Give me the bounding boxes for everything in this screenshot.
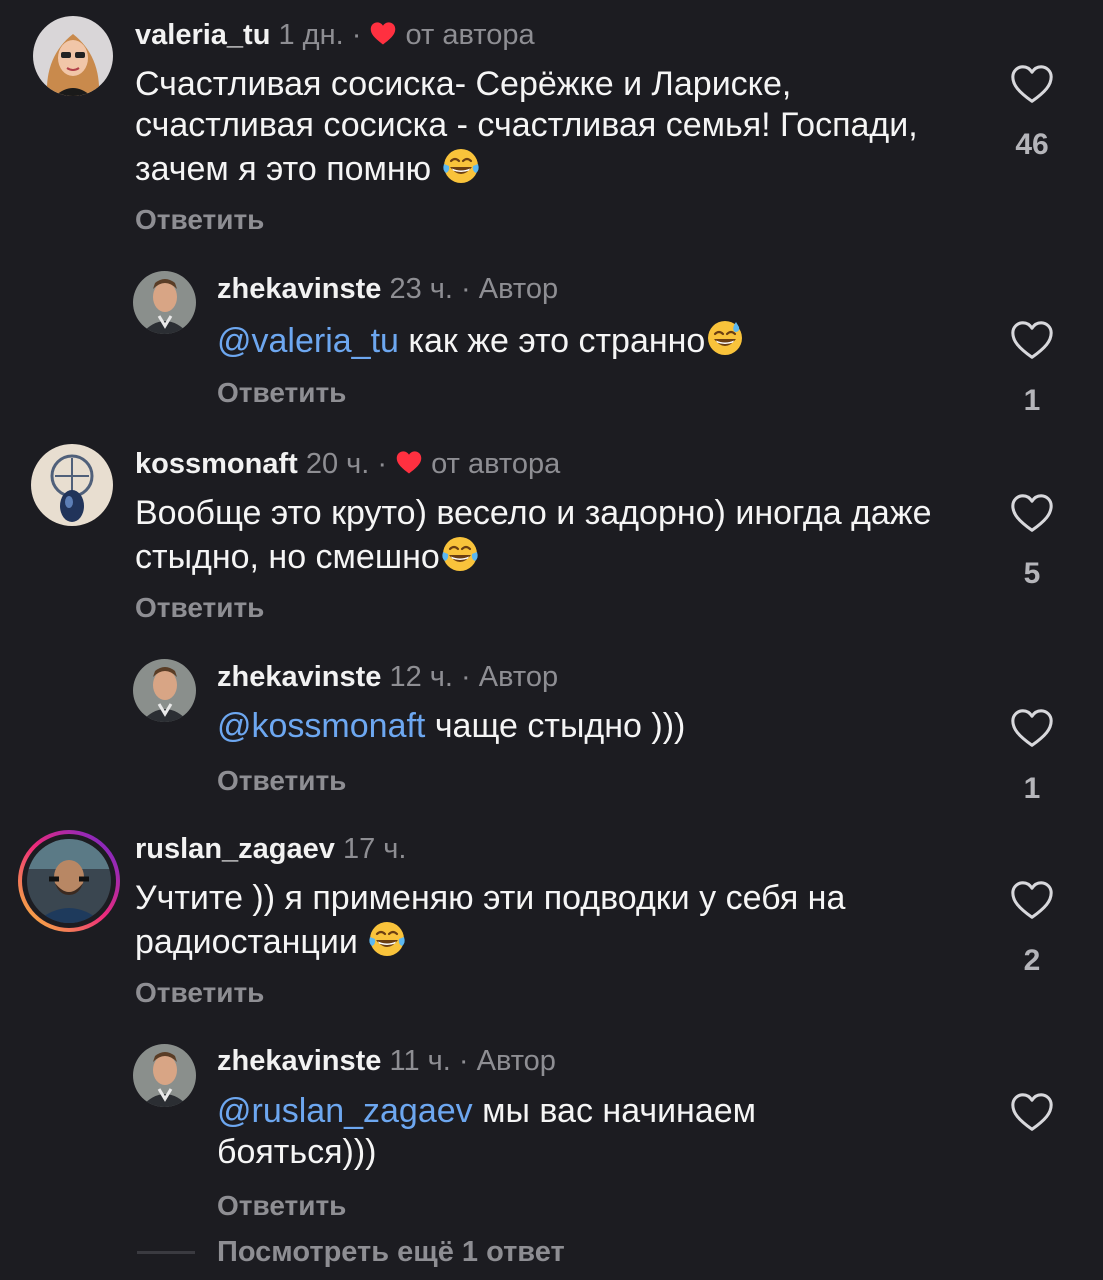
avatar-story-ring[interactable] xyxy=(18,830,120,932)
separator: · xyxy=(351,19,362,51)
comment-text: Вообще это круто) весело и задорно) иног… xyxy=(135,493,965,578)
heart-outline-icon xyxy=(1009,706,1055,752)
avatar[interactable] xyxy=(133,1044,196,1107)
timestamp: 12 ч. xyxy=(389,661,453,693)
author-badge: Автор xyxy=(478,273,559,305)
like-count: 2 xyxy=(1023,944,1041,977)
like-button[interactable]: 1 xyxy=(1002,318,1062,418)
comment-body: Учтите )) я применяю эти подводки у себя… xyxy=(135,879,846,961)
comment-body: как же это странно xyxy=(398,322,706,360)
like-button[interactable] xyxy=(1002,1090,1062,1136)
avatar[interactable] xyxy=(133,659,196,722)
comment-text: @valeria_tu как же это странно xyxy=(217,318,977,362)
heart-filled-icon xyxy=(395,449,423,477)
joy-emoji-icon xyxy=(441,146,481,186)
like-button[interactable]: 2 xyxy=(1002,878,1062,978)
comment-header: zhekavinste 11 ч. · Автор xyxy=(217,1043,556,1079)
comment-header: zhekavinste 23 ч. · Автор xyxy=(217,271,558,307)
timestamp: 17 ч. xyxy=(342,833,407,865)
username[interactable]: zhekavinste xyxy=(217,1045,381,1077)
sweat-smile-emoji-icon xyxy=(705,318,745,358)
mention-link[interactable]: @ruslan_zagaev xyxy=(217,1092,473,1130)
like-button[interactable]: 5 xyxy=(1002,491,1062,591)
like-count: 1 xyxy=(1023,772,1041,805)
comment-header: valeria_tu 1 дн. · от автора xyxy=(135,17,535,53)
author-liked-badge: от автора xyxy=(431,448,561,480)
like-button[interactable]: 46 xyxy=(1002,62,1062,162)
divider xyxy=(137,1251,195,1254)
timestamp: 23 ч. xyxy=(389,273,453,305)
heart-outline-icon xyxy=(1009,491,1055,537)
reply-button[interactable]: Ответить xyxy=(217,376,346,410)
comment-text: @kossmonaft чаще стыдно ))) xyxy=(217,706,977,747)
username[interactable]: zhekavinste xyxy=(217,273,381,305)
like-button[interactable]: 1 xyxy=(1002,706,1062,806)
avatar[interactable] xyxy=(33,16,113,96)
heart-outline-icon xyxy=(1009,318,1055,364)
heart-filled-icon xyxy=(369,20,397,48)
comment-header: kossmonaft 20 ч. · от автора xyxy=(135,446,560,482)
avatar[interactable] xyxy=(31,444,113,526)
author-badge: Автор xyxy=(478,661,559,693)
heart-outline-icon xyxy=(1009,1090,1055,1136)
joy-emoji-icon xyxy=(367,919,407,959)
timestamp: 1 дн. xyxy=(278,19,344,51)
like-count: 5 xyxy=(1023,557,1041,590)
comment-header: zhekavinste 12 ч. · Автор xyxy=(217,659,558,695)
heart-outline-icon xyxy=(1009,878,1055,924)
joy-emoji-icon xyxy=(440,534,480,574)
mention-link[interactable]: @valeria_tu xyxy=(217,322,399,360)
comment-body: чаще стыдно ))) xyxy=(425,707,686,745)
comment-body: Счастливая сосиска- Серёжке и Лариске, с… xyxy=(135,65,918,188)
reply-button[interactable]: Ответить xyxy=(135,203,264,237)
view-more-replies-label: Посмотреть ещё 1 ответ xyxy=(217,1236,565,1268)
username[interactable]: ruslan_zagaev xyxy=(135,833,335,865)
separator: · xyxy=(458,1045,469,1077)
comments-list: valeria_tu 1 дн. · от автора Счастливая … xyxy=(0,0,1103,1280)
separator: · xyxy=(461,661,471,693)
comment-text: @ruslan_zagaev мы вас начинаем бояться))… xyxy=(217,1091,857,1173)
comment-text: Счастливая сосиска- Серёжке и Лариске, с… xyxy=(135,64,965,190)
comment-body: Вообще это круто) весело и задорно) иног… xyxy=(135,494,932,576)
author-liked-badge: от автора xyxy=(405,19,535,51)
separator: · xyxy=(461,273,471,305)
username[interactable]: kossmonaft xyxy=(135,448,298,480)
comment-header: ruslan_zagaev 17 ч. xyxy=(135,831,406,867)
view-more-replies-button[interactable]: Посмотреть ещё 1 ответ xyxy=(137,1236,565,1269)
username[interactable]: zhekavinste xyxy=(217,661,381,693)
like-count: 1 xyxy=(1023,384,1041,417)
author-badge: Автор xyxy=(476,1045,556,1077)
timestamp: 20 ч. xyxy=(305,448,370,480)
mention-link[interactable]: @kossmonaft xyxy=(217,707,425,745)
reply-button[interactable]: Ответить xyxy=(135,976,264,1010)
heart-outline-icon xyxy=(1009,62,1055,108)
reply-button[interactable]: Ответить xyxy=(135,591,264,625)
username[interactable]: valeria_tu xyxy=(135,19,270,51)
reply-button[interactable]: Ответить xyxy=(217,764,346,798)
timestamp: 11 ч. xyxy=(389,1045,451,1077)
avatar[interactable] xyxy=(133,271,196,334)
like-count: 46 xyxy=(1015,128,1049,161)
separator: · xyxy=(377,448,388,480)
comment-text: Учтите )) я применяю эти подводки у себя… xyxy=(135,878,965,963)
reply-button[interactable]: Ответить xyxy=(217,1189,346,1223)
